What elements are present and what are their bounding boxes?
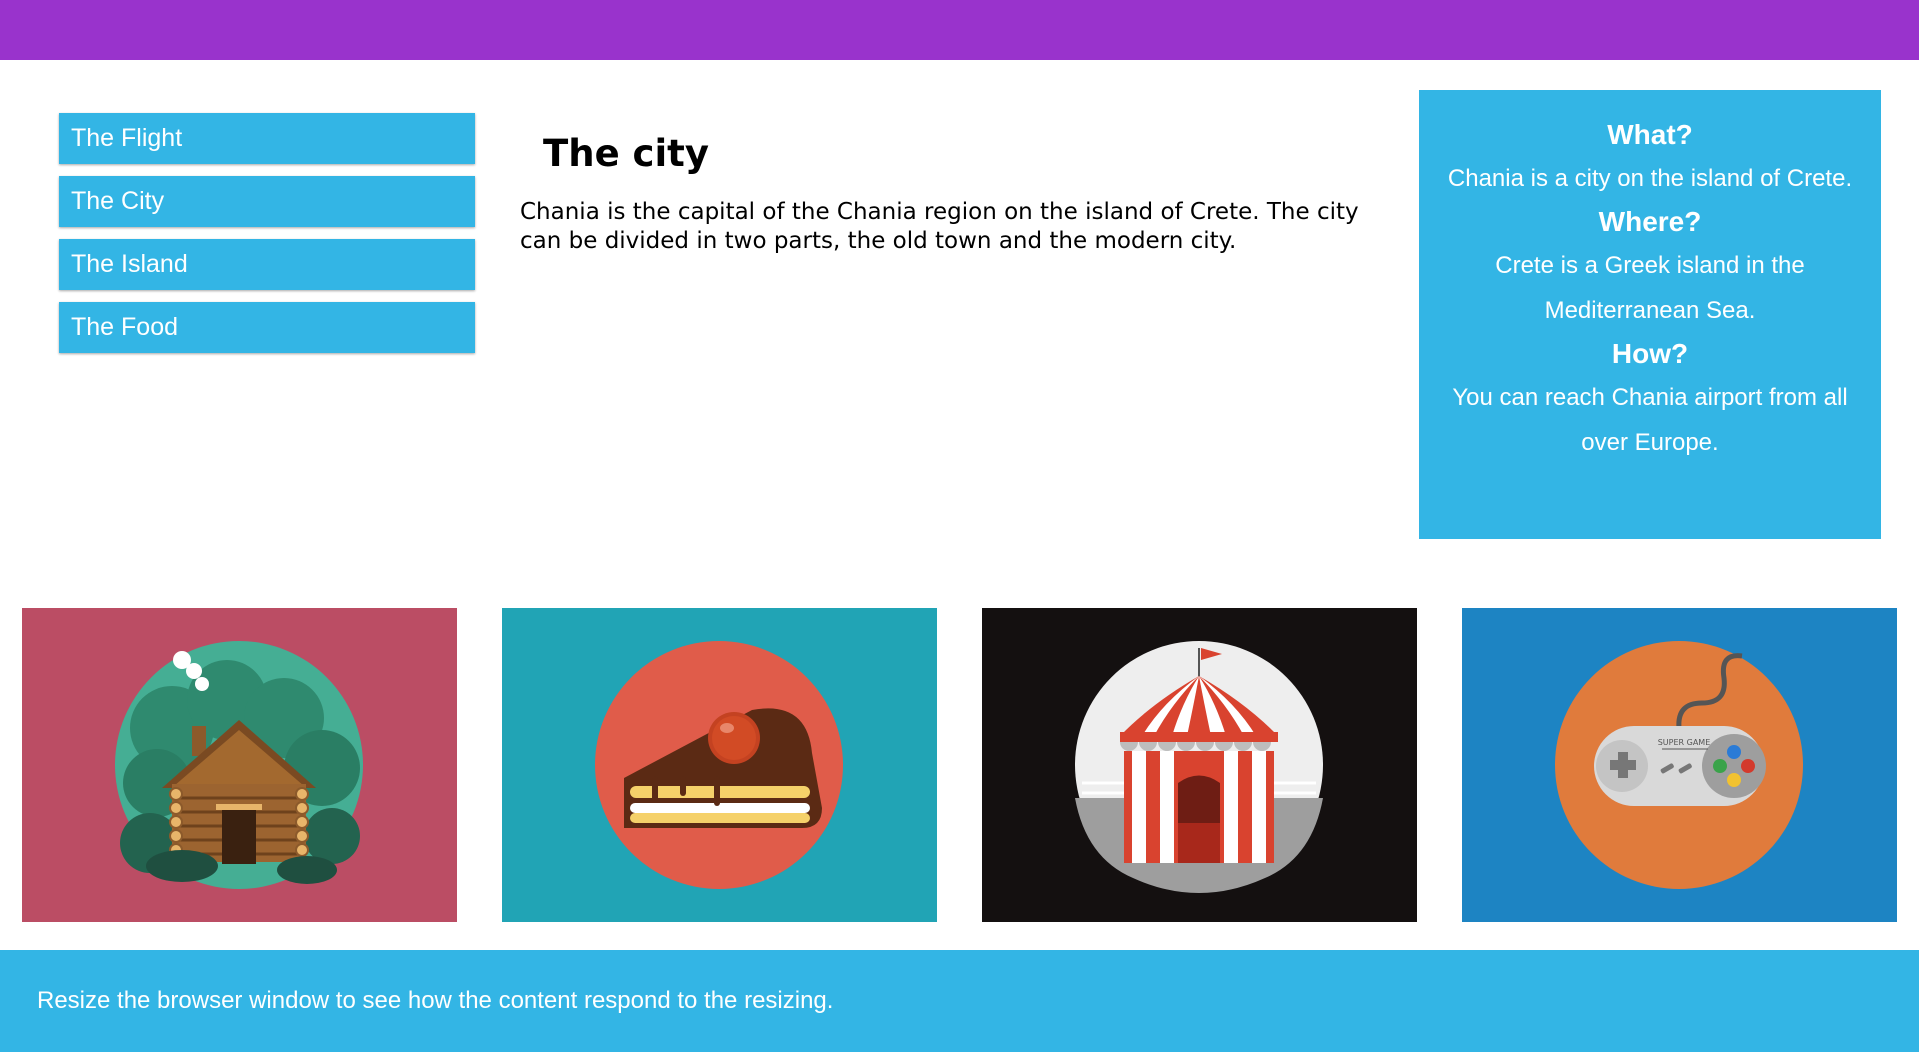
- gamepad-icon: SUPER GAME: [1555, 641, 1803, 889]
- footer-text: Resize the browser window to see how the…: [37, 987, 834, 1014]
- aside-how-text: You can reach Chania airport from all ov…: [1452, 384, 1848, 456]
- aside-how-heading: How?: [1611, 338, 1689, 369]
- top-header-bar: [0, 0, 1919, 60]
- log-cabin-icon: [115, 641, 363, 889]
- gallery-tile-cabin[interactable]: [22, 608, 457, 922]
- menu-item-the-island[interactable]: The Island: [59, 239, 475, 290]
- aside-what-heading: What?: [1607, 119, 1693, 150]
- page-title: The city: [543, 132, 709, 175]
- cake-slice-icon: [595, 641, 843, 889]
- circus-tent-icon: [1075, 641, 1323, 893]
- aside-where-heading: Where?: [1598, 206, 1702, 237]
- gamepad-logo-text: SUPER GAME: [1658, 738, 1711, 747]
- gallery-tile-circus[interactable]: [982, 608, 1417, 922]
- menu-item-the-city[interactable]: The City: [59, 176, 475, 227]
- menu-item-the-flight[interactable]: The Flight: [59, 113, 475, 164]
- gallery-tile-gamepad[interactable]: SUPER GAME: [1462, 608, 1897, 922]
- aside-where-text: Crete is a Greek island in the Mediterra…: [1495, 252, 1805, 324]
- info-aside: What? Chania is a city on the island of …: [1419, 90, 1881, 539]
- menu-item-the-food[interactable]: The Food: [59, 302, 475, 353]
- gallery-tile-cake[interactable]: [502, 608, 937, 922]
- main-paragraph: Chania is the capital of the Chania regi…: [520, 199, 1359, 254]
- page-footer: Resize the browser window to see how the…: [0, 950, 1919, 1052]
- aside-what-text: Chania is a city on the island of Crete.: [1447, 165, 1853, 192]
- side-menu: The Flight The City The Island The Food: [59, 113, 475, 365]
